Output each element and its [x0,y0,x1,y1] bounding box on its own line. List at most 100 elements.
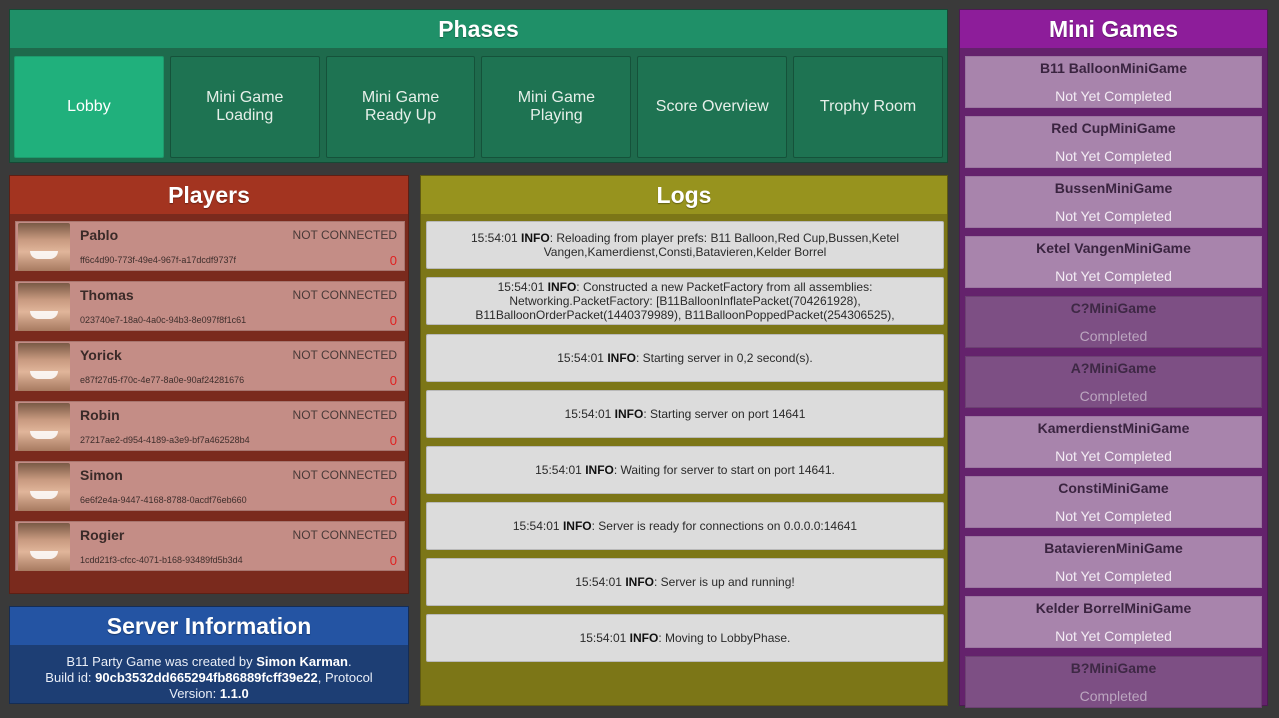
players-panel: Players Pablo NOT CONNECTED ff6c4d90-773… [9,175,409,594]
player-score: 0 [389,493,397,508]
minigame-card[interactable]: ConstiMiniGame Not Yet Completed [965,476,1262,528]
phase-score-overview-button[interactable]: Score Overview [637,56,788,158]
minigames-panel: Mini Games B11 BalloonMiniGame Not Yet Co… [959,9,1268,708]
minigame-status: Completed [1079,328,1148,344]
minigame-card[interactable]: BatavierenMiniGame Not Yet Completed [965,536,1262,588]
minigame-card[interactable]: Red CupMiniGame Not Yet Completed [965,116,1262,168]
minigame-name: Ketel VangenMiniGame [1036,240,1191,256]
phases-title: Phases [10,10,947,48]
avatar [18,343,70,391]
player-card[interactable]: Thomas NOT CONNECTED 023740e7-18a0-4a0c-… [15,281,405,331]
minigames-title: Mini Games [960,10,1267,48]
phase-minigame-playing-button[interactable]: Mini Game Playing [481,56,632,158]
player-id: 6e6f2e4a-9447-4168-8788-0acdf76eb660 [80,495,247,505]
player-name: Simon [80,467,123,483]
avatar [18,283,70,331]
player-score: 0 [389,553,397,568]
phase-minigame-readyup-button[interactable]: Mini Game Ready Up [325,56,476,158]
phase-trophy-room-button[interactable]: Trophy Room [793,56,943,158]
log-entry: 15:54:01 INFO: Waiting for server to sta… [426,446,944,494]
server-info-panel: Server Information B11 Party Game was cr… [9,606,409,704]
minigame-name: BatavierenMiniGame [1044,540,1183,556]
player-status: NOT CONNECTED [292,408,397,422]
minigame-card[interactable]: BussenMiniGame Not Yet Completed [965,176,1262,228]
player-name: Rogier [80,527,125,543]
player-id: 023740e7-18a0-4a0c-94b3-8e097f8f1c61 [80,315,247,325]
server-version-line: Version: 1.1.0 [169,686,249,701]
minigame-name: Red CupMiniGame [1051,120,1176,136]
log-entry: 15:54:01 INFO: Constructed a new PacketF… [426,277,944,325]
phase-minigame-loading-button[interactable]: Mini Game Loading [169,56,320,158]
player-status: NOT CONNECTED [292,468,397,482]
player-card[interactable]: Robin NOT CONNECTED 27217ae2-d954-4189-a… [15,401,405,451]
minigame-status: Completed [1079,388,1148,404]
minigame-card[interactable]: B?MiniGame Completed [965,656,1262,708]
log-entry: 15:54:01 INFO: Server is ready for conne… [426,502,944,550]
log-entry: 15:54:01 INFO: Moving to LobbyPhase. [426,614,944,662]
server-info-text: B11 Party Game was created by Simon Karm… [10,645,408,702]
phases-panel: Phases Lobby Mini Game Loading Mini Game… [9,9,948,163]
minigame-status: Not Yet Completed [1055,448,1172,464]
player-score: 0 [389,253,397,268]
minigame-status: Not Yet Completed [1055,628,1172,644]
player-id: 27217ae2-d954-4189-a3e9-bf7a462528b4 [80,435,250,445]
logs-panel: Logs 15:54:01 INFO: Reloading from playe… [420,175,948,706]
minigame-name: B11 BalloonMiniGame [1039,60,1188,76]
author-name: Simon Karman [256,654,348,669]
player-id: 1cdd21f3-cfcc-4071-b168-93489fd5b3d4 [80,555,243,565]
minigame-name: Kelder BorrelMiniGame [1035,600,1192,616]
player-card[interactable]: Pablo NOT CONNECTED ff6c4d90-773f-49e4-9… [15,221,405,271]
log-entry: 15:54:01 INFO: Reloading from player pre… [426,221,944,269]
minigame-name: A?MiniGame [1070,360,1157,376]
log-entry: 15:54:01 INFO: Starting server in 0,2 se… [426,334,944,382]
player-status: NOT CONNECTED [292,528,397,542]
minigame-status: Not Yet Completed [1055,148,1172,164]
minigame-name: B?MiniGame [1070,660,1157,676]
minigame-status: Not Yet Completed [1055,268,1172,284]
minigame-card[interactable]: B11 BalloonMiniGame Not Yet Completed [965,56,1262,108]
player-name: Pablo [80,227,119,243]
minigame-status: Completed [1079,688,1148,704]
log-entry: 15:54:01 INFO: Starting server on port 1… [426,390,944,438]
player-id: e87f27d5-f70c-4e77-8a0e-90af24281676 [80,375,245,385]
minigame-name: KamerdienstMiniGame [1037,420,1190,436]
player-name: Robin [80,407,120,423]
avatar [18,403,70,451]
player-score: 0 [389,313,397,328]
avatar [18,223,70,271]
player-name: Yorick [80,347,122,363]
logs-title: Logs [421,176,947,214]
player-status: NOT CONNECTED [292,228,397,242]
minigame-status: Not Yet Completed [1055,508,1172,524]
server-credit-line: B11 Party Game was created by Simon Karm… [66,654,352,669]
minigame-card[interactable]: Kelder BorrelMiniGame Not Yet Completed [965,596,1262,648]
minigame-status: Not Yet Completed [1055,568,1172,584]
phase-lobby-button[interactable]: Lobby [14,56,164,158]
player-id: ff6c4d90-773f-49e4-967f-a17dcdf9737f [80,255,236,265]
server-build-line: Build id: 90cb3532dd665294fb86889fcff39e… [45,670,373,685]
phase-buttons: Lobby Mini Game Loading Mini Game Ready … [14,56,943,158]
player-card[interactable]: Yorick NOT CONNECTED e87f27d5-f70c-4e77-… [15,341,405,391]
minigame-status: Not Yet Completed [1055,88,1172,104]
minigame-card[interactable]: Ketel VangenMiniGame Not Yet Completed [965,236,1262,288]
minigame-card[interactable]: A?MiniGame Completed [965,356,1262,408]
log-entry: 15:54:01 INFO: Server is up and running! [426,558,944,606]
minigame-name: ConstiMiniGame [1058,480,1169,496]
minigame-card[interactable]: KamerdienstMiniGame Not Yet Completed [965,416,1262,468]
player-score: 0 [389,433,397,448]
player-card[interactable]: Simon NOT CONNECTED 6e6f2e4a-9447-4168-8… [15,461,405,511]
player-card[interactable]: Rogier NOT CONNECTED 1cdd21f3-cfcc-4071-… [15,521,405,571]
player-name: Thomas [80,287,134,303]
build-id: 90cb3532dd665294fb86889fcff39e22 [95,670,318,685]
avatar [18,523,70,571]
minigame-card[interactable]: C?MiniGame Completed [965,296,1262,348]
player-status: NOT CONNECTED [292,288,397,302]
minigame-name: C?MiniGame [1070,300,1157,316]
players-title: Players [10,176,408,214]
player-score: 0 [389,373,397,388]
player-status: NOT CONNECTED [292,348,397,362]
minigame-name: BussenMiniGame [1054,180,1173,196]
minigame-status: Not Yet Completed [1055,208,1172,224]
avatar [18,463,70,511]
server-info-title: Server Information [10,607,408,645]
